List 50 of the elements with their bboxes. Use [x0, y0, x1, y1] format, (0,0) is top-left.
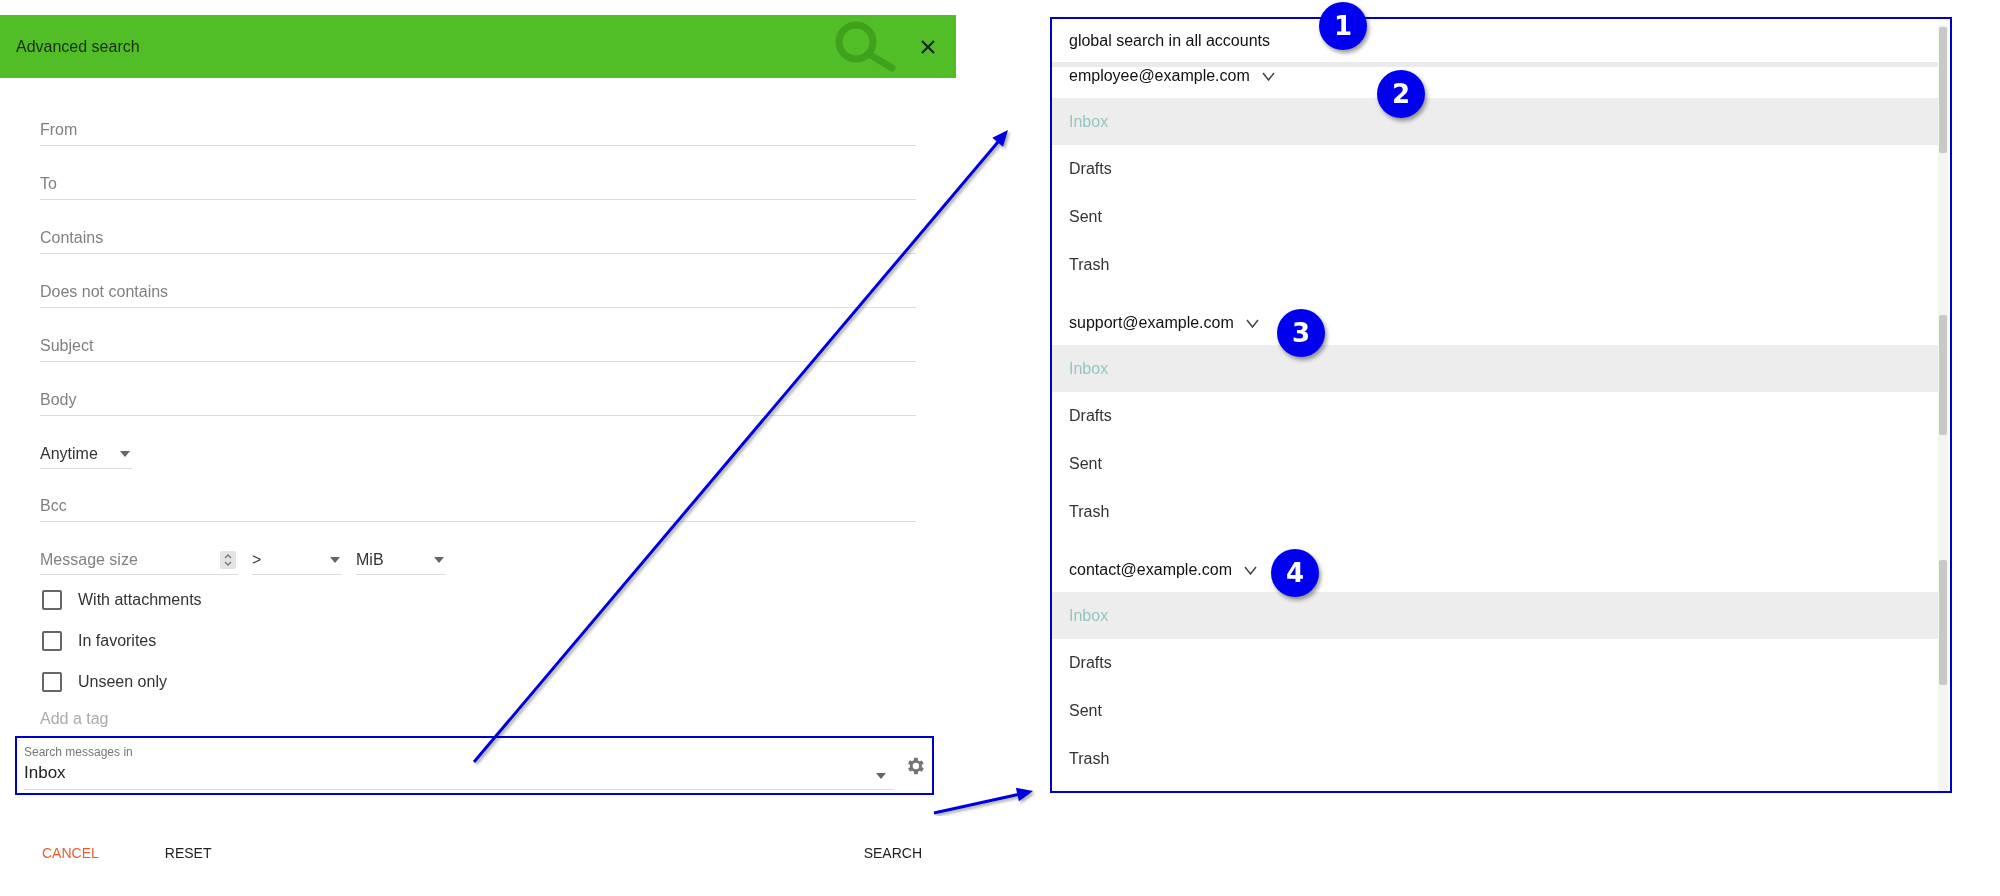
checkbox[interactable]	[42, 630, 62, 651]
chevron-down-icon[interactable]	[1245, 319, 1259, 328]
input-field[interactable]: Body	[40, 385, 916, 416]
caret-icon	[330, 556, 340, 563]
callout-badge: 1	[1319, 2, 1367, 50]
input-field[interactable]: From	[40, 115, 916, 146]
checkbox[interactable]	[42, 671, 62, 692]
input-field[interactable]: Contains	[40, 223, 916, 254]
folder-item[interactable]: Trash	[1052, 241, 1938, 289]
unit-select[interactable]: MiB	[356, 545, 446, 575]
folder-item[interactable]: Sent	[1052, 193, 1938, 241]
scrollbar[interactable]	[1938, 25, 1948, 791]
caret-icon	[120, 450, 130, 457]
input-field[interactable]: Bcc	[40, 491, 916, 522]
account-name[interactable]: contact@example.com	[1069, 560, 1232, 580]
folder-item[interactable]: Trash	[1052, 488, 1938, 536]
callout-badge: 4	[1271, 549, 1319, 597]
search-icon	[834, 20, 896, 73]
folder-item[interactable]: Sent	[1052, 687, 1938, 735]
folder-item[interactable]: Drafts	[1052, 639, 1938, 687]
input-field[interactable]: To	[40, 169, 916, 200]
account-name[interactable]: employee@example.com	[1069, 66, 1250, 86]
caret-icon	[434, 556, 444, 563]
date-select[interactable]: Anytime	[40, 439, 132, 469]
checkbox-label: In favorites	[78, 631, 157, 650]
checkbox-label: With attachments	[78, 590, 202, 609]
dialog-title: Advanced search	[16, 37, 141, 56]
chevron-down-icon[interactable]	[1261, 72, 1275, 81]
tag-input[interactable]: Add a tag	[40, 704, 240, 734]
caret-icon	[876, 772, 886, 779]
folder-item[interactable]: Sent	[1052, 440, 1938, 488]
menu-option[interactable]: global search in all accounts	[1069, 31, 1270, 50]
spinner-icon	[220, 550, 236, 569]
folder-select[interactable]: Search messages in Inbox	[24, 741, 894, 790]
search-button[interactable]: SEARCH	[853, 841, 932, 865]
close-icon	[920, 38, 936, 55]
size-input[interactable]: Message size	[40, 550, 220, 569]
folder-item[interactable]: Drafts	[1052, 145, 1938, 193]
operator-select[interactable]: >	[252, 545, 342, 575]
callout-badge: 2	[1377, 70, 1425, 118]
chevron-down-icon[interactable]	[1244, 566, 1257, 575]
folder-item[interactable]: Drafts	[1052, 392, 1938, 440]
input-field[interactable]: Does not contains	[40, 277, 916, 308]
folder-item[interactable]: Trash	[1052, 735, 1938, 783]
callout-badge: 3	[1277, 309, 1325, 357]
input-field[interactable]: Subject	[40, 331, 916, 362]
checkbox[interactable]	[42, 589, 62, 610]
checkbox-label: Unseen only	[78, 672, 167, 691]
account-name[interactable]: support@example.com	[1069, 313, 1234, 333]
reset-button[interactable]: RESET	[154, 841, 222, 865]
